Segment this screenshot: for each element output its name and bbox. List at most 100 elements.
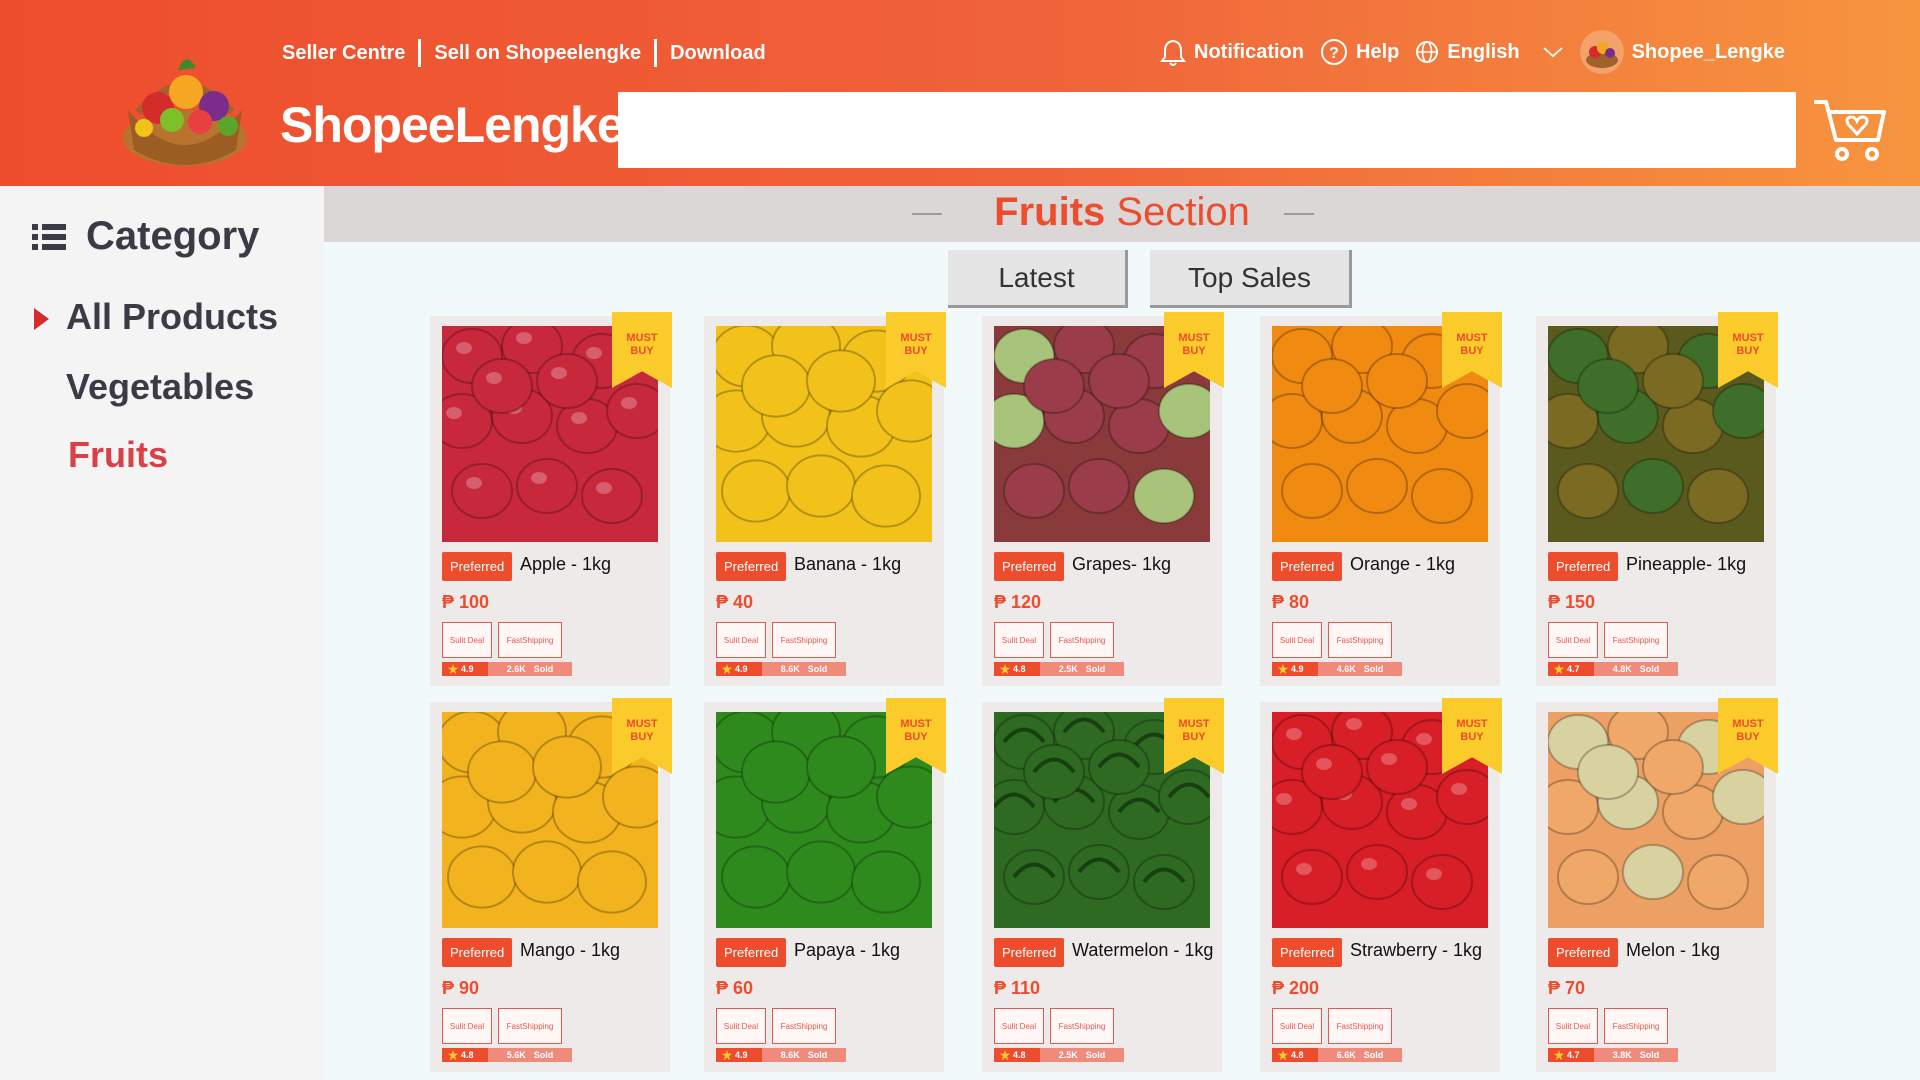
product-name[interactable]: Papaya - 1kg <box>794 940 900 961</box>
star-icon <box>722 1050 732 1060</box>
sold-label: Sold <box>1085 1050 1106 1060</box>
brand-name[interactable]: ShopeeLengke <box>280 96 625 154</box>
preferred-badge: Preferred <box>716 552 787 581</box>
product-name[interactable]: Apple - 1kg <box>520 554 611 575</box>
search-input[interactable] <box>618 92 1796 168</box>
fast-shipping-line-2: Shipping <box>1074 1021 1106 1031</box>
category-sidebar: Category All Products Vegetables Fruits <box>0 186 324 1080</box>
badge-line-1: MUST <box>626 332 658 344</box>
sold-block: 8.6K Sold <box>762 1048 846 1062</box>
notification-link[interactable]: Notification <box>1160 38 1304 66</box>
product-card[interactable]: MUST BUY Preferred Watermelon - 1kg ₱ 110 Sul… <box>982 698 1224 1072</box>
fast-shipping-line-2: Shipping <box>522 635 554 645</box>
product-name[interactable]: Mango - 1kg <box>520 940 620 961</box>
sold-block: 5.6K Sold <box>488 1048 572 1062</box>
preferred-badge: Preferred <box>716 938 787 967</box>
preferred-badge: Preferred <box>442 938 513 967</box>
link-divider <box>654 39 658 67</box>
sulit-deal-tag: Sulit Deal <box>716 1008 766 1044</box>
rating-value: 4.7 <box>1567 1050 1580 1060</box>
badge-line-1: MUST <box>1178 332 1210 344</box>
product-card[interactable]: MUST BUY Preferred Grapes- 1kg ₱ 120 Sulit De… <box>982 312 1224 686</box>
sort-latest-button[interactable]: Latest <box>948 250 1128 308</box>
fast-shipping-line-1: Fast <box>1058 1021 1075 1031</box>
section-title: Fruits Section <box>324 190 1920 235</box>
globe-icon <box>1416 41 1439 63</box>
sold-label: Sold <box>1639 664 1660 674</box>
badge-line-2: BUY <box>1182 345 1206 357</box>
download-link[interactable]: Download <box>670 42 766 65</box>
username: Shopee_Lengke <box>1631 40 1785 63</box>
sold-block: 8.6K Sold <box>762 662 846 676</box>
rating-bar: 4.9 4.6K Sold <box>1272 662 1402 676</box>
badge-line-1: MUST <box>1456 718 1488 730</box>
preferred-badge: Preferred <box>1548 938 1619 967</box>
sold-count: 8.6K <box>780 664 800 674</box>
language-selector[interactable]: English <box>1415 40 1563 64</box>
fast-shipping-line-2: Shipping <box>1074 635 1106 645</box>
product-card[interactable]: MUST BUY Preferred Melon - 1kg ₱ 70 Sulit Dea… <box>1536 698 1778 1072</box>
rating-bar: 4.9 8.6K Sold <box>716 1048 846 1062</box>
product-card[interactable]: MUST BUY Preferred Apple - 1kg ₱ 100 Sulit De… <box>430 312 672 686</box>
sold-count: 2.6K <box>506 664 526 674</box>
rating-bar: 4.7 4.8K Sold <box>1548 662 1678 676</box>
rating-value: 4.8 <box>1013 664 1026 674</box>
sort-top-sales-button[interactable]: Top Sales <box>1150 250 1352 308</box>
badge-line-2: BUY <box>630 731 654 743</box>
sell-on-link[interactable]: Sell on Shopeelengke <box>434 42 641 65</box>
fast-shipping-line-1: Fast <box>780 1021 797 1031</box>
preferred-badge: Preferred <box>1272 552 1343 581</box>
preferred-badge: Preferred <box>994 938 1065 967</box>
product-card[interactable]: MUST BUY Preferred Strawberry - 1kg ₱ 200 Sul… <box>1260 698 1502 1072</box>
sold-count: 2.5K <box>1058 664 1078 674</box>
rating-block: 4.7 <box>1548 662 1594 676</box>
rating-bar: 4.9 2.6K Sold <box>442 662 572 676</box>
cart-icon[interactable] <box>1812 96 1888 164</box>
rating-block: 4.9 <box>1272 662 1318 676</box>
star-icon <box>448 1050 458 1060</box>
sulit-deal-tag: Sulit Deal <box>994 1008 1044 1044</box>
rating-block: 4.8 <box>994 1048 1040 1062</box>
product-price: ₱ 110 <box>994 978 1041 998</box>
fast-shipping-tag: Fast Shipping <box>772 1008 836 1044</box>
language-label: English <box>1447 40 1520 63</box>
product-price: ₱ 70 <box>1548 978 1586 998</box>
help-link[interactable]: ? Help <box>1320 38 1399 66</box>
fast-shipping-line-2: Shipping <box>522 1021 554 1031</box>
sold-count: 3.8K <box>1612 1050 1632 1060</box>
sold-block: 2.5K Sold <box>1040 1048 1124 1062</box>
product-price: ₱ 60 <box>716 978 754 998</box>
sulit-deal-tag: Sulit Deal <box>1548 622 1598 658</box>
chevron-down-icon[interactable] <box>1542 45 1564 59</box>
product-card[interactable]: MUST BUY Preferred Mango - 1kg ₱ 90 Sulit Dea… <box>430 698 672 1072</box>
product-card[interactable]: MUST BUY Preferred Pineapple- 1kg ₱ 150 Sulit… <box>1536 312 1778 686</box>
product-name[interactable]: Pineapple- 1kg <box>1626 554 1746 575</box>
sidebar-item-all-products[interactable]: All Products <box>66 296 278 338</box>
product-name[interactable]: Grapes- 1kg <box>1072 554 1171 575</box>
product-card[interactable]: MUST BUY Preferred Banana - 1kg ₱ 40 Sulit De… <box>704 312 946 686</box>
star-icon <box>722 664 732 674</box>
fast-shipping-tag: Fast Shipping <box>498 622 562 658</box>
badge-line-1: MUST <box>1732 332 1764 344</box>
product-price: ₱ 150 <box>1548 592 1596 612</box>
sulit-deal-tag: Sulit Deal <box>994 622 1044 658</box>
sidebar-item-vegetables[interactable]: Vegetables <box>66 366 254 408</box>
rating-value: 4.9 <box>461 664 474 674</box>
product-name[interactable]: Watermelon - 1kg <box>1072 940 1213 961</box>
product-name[interactable]: Melon - 1kg <box>1626 940 1720 961</box>
avatar <box>1579 30 1624 74</box>
list-icon <box>32 223 66 250</box>
badge-line-1: MUST <box>1178 718 1210 730</box>
fruit-basket-logo[interactable] <box>108 20 262 170</box>
sidebar-item-fruits[interactable]: Fruits <box>68 434 168 476</box>
fast-shipping-line-1: Fast <box>1336 1021 1353 1031</box>
fast-shipping-line-1: Fast <box>506 635 523 645</box>
product-name[interactable]: Banana - 1kg <box>794 554 901 575</box>
seller-centre-link[interactable]: Seller Centre <box>282 42 405 65</box>
user-account[interactable]: Shopee_Lengke <box>1579 30 1785 74</box>
product-name[interactable]: Orange - 1kg <box>1350 554 1455 575</box>
caret-right-icon <box>34 308 49 330</box>
product-card[interactable]: MUST BUY Preferred Papaya - 1kg ₱ 60 Sulit De… <box>704 698 946 1072</box>
product-name[interactable]: Strawberry - 1kg <box>1350 940 1482 961</box>
product-card[interactable]: MUST BUY Preferred Orange - 1kg ₱ 80 Sulit De… <box>1260 312 1502 686</box>
